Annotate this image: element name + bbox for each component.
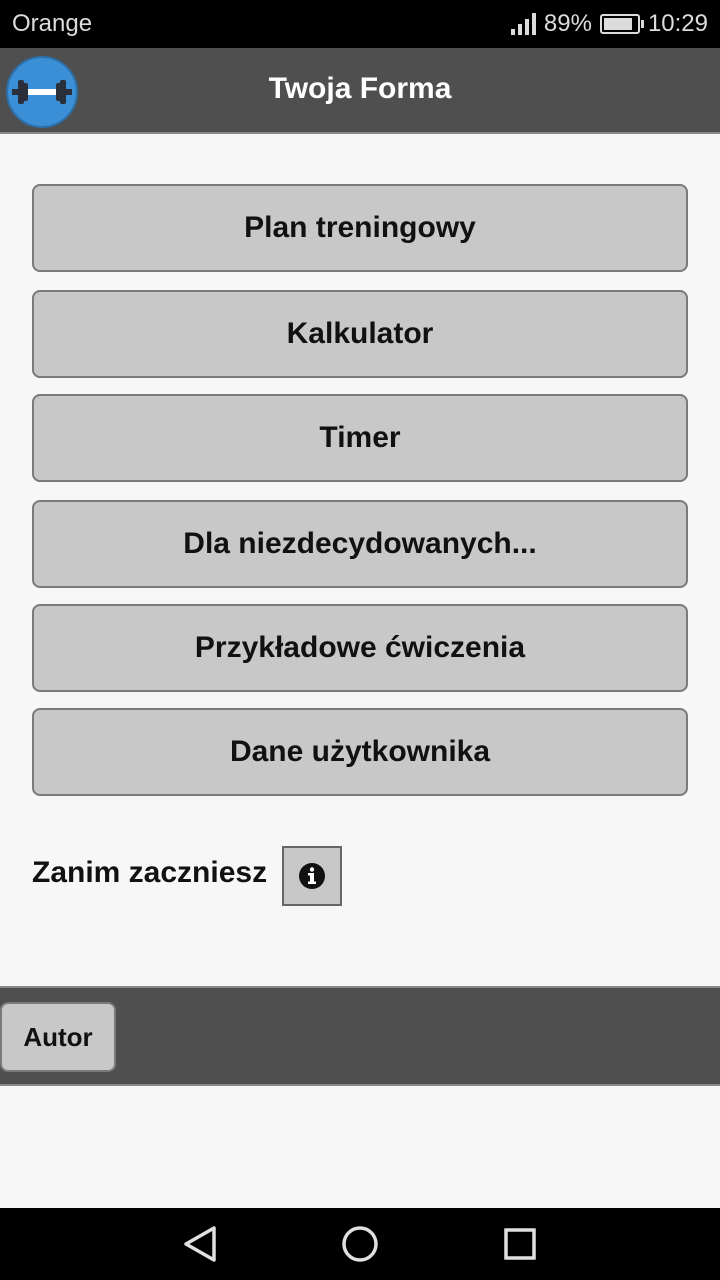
battery-percent: 89%	[543, 10, 592, 37]
before-start-label: Zanim zaczniesz	[32, 856, 268, 889]
dla-niezdecydowanych-button[interactable]: Dla niezdecydowanych...	[32, 500, 688, 588]
info-button[interactable]	[282, 846, 342, 906]
przykladowe-cwiczenia-button[interactable]: Przykładowe ćwiczenia	[32, 604, 688, 692]
home-circle-icon[interactable]	[340, 1224, 380, 1264]
signal-icon	[510, 13, 536, 35]
status-bar: Orange 89% 10:29	[0, 0, 720, 48]
app-title: Twoja Forma	[268, 72, 452, 105]
footer-bar: Autor	[0, 986, 720, 1086]
timer-button[interactable]: Timer	[32, 394, 688, 482]
clock: 10:29	[647, 10, 708, 37]
plan-treningowy-button[interactable]: Plan treningowy	[32, 184, 688, 272]
battery-fill	[603, 18, 632, 30]
info-icon	[299, 863, 325, 889]
carrier-name: Orange	[12, 10, 93, 37]
app-bar: Twoja Forma	[0, 48, 720, 134]
status-right: 89% 10:29	[510, 8, 708, 40]
back-triangle-icon[interactable]	[180, 1224, 220, 1264]
dane-uzytkownika-button[interactable]: Dane użytkownika	[32, 708, 688, 796]
recents-square-icon[interactable]	[500, 1224, 540, 1264]
author-button[interactable]: Autor	[0, 1002, 116, 1072]
battery-icon	[599, 14, 644, 34]
kalkulator-button[interactable]: Kalkulator	[32, 290, 688, 378]
navigation-bar	[0, 1208, 720, 1280]
